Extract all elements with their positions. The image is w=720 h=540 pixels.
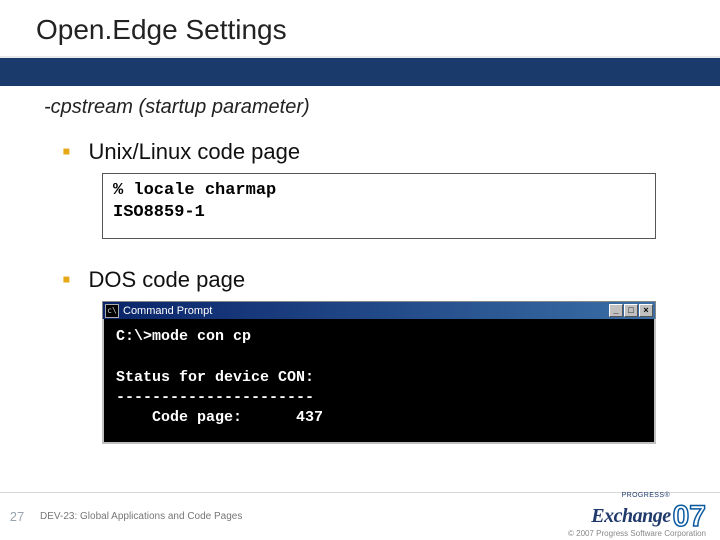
logo-exchange-text: Exchange — [591, 505, 670, 528]
cmd-window-buttons: _ □ × — [609, 304, 653, 317]
title-bar: Open.Edge Settings — [0, 0, 720, 58]
command-prompt-window: c\ Command Prompt _ □ × C:\>mode con cp … — [102, 301, 656, 444]
footer-session: DEV-23: Global Applications and Code Pag… — [40, 511, 591, 522]
subtitle: -cpstream (startup parameter) — [44, 96, 676, 119]
minimize-button[interactable]: _ — [609, 304, 623, 317]
maximize-button[interactable]: □ — [624, 304, 638, 317]
logo-progress-text: PROGRESS® — [622, 492, 670, 499]
bullet-dos: ▪ DOS code page — [44, 267, 676, 293]
page-number: 27 — [0, 509, 34, 524]
cmd-titlebar: c\ Command Prompt _ □ × — [102, 301, 656, 319]
cmd-body: C:\>mode con cp Status for device CON: -… — [102, 319, 656, 444]
header-band — [0, 58, 720, 86]
cmd-icon: c\ — [105, 304, 119, 318]
logo: PROGRESS® Exchange 07 — [591, 502, 706, 532]
content-area: -cpstream (startup parameter) ▪ Unix/Lin… — [0, 86, 720, 444]
close-button[interactable]: × — [639, 304, 653, 317]
bullet-unix: ▪ Unix/Linux code page — [44, 139, 676, 165]
bullet-dos-label: DOS code page — [89, 267, 246, 293]
unix-terminal-box: % locale charmap ISO8859-1 — [102, 173, 656, 239]
footer: 27 DEV-23: Global Applications and Code … — [0, 492, 720, 540]
bullet-icon: ▪ — [62, 268, 71, 292]
unix-command: % locale charmap — [113, 180, 645, 202]
cmd-title: Command Prompt — [123, 305, 609, 317]
bullet-icon: ▪ — [62, 140, 71, 164]
bullet-unix-label: Unix/Linux code page — [89, 139, 301, 165]
page-title: Open.Edge Settings — [36, 14, 720, 46]
unix-output: ISO8859-1 — [113, 202, 645, 224]
logo-year: 07 — [673, 502, 706, 532]
copyright: © 2007 Progress Software Corporation — [568, 529, 706, 538]
